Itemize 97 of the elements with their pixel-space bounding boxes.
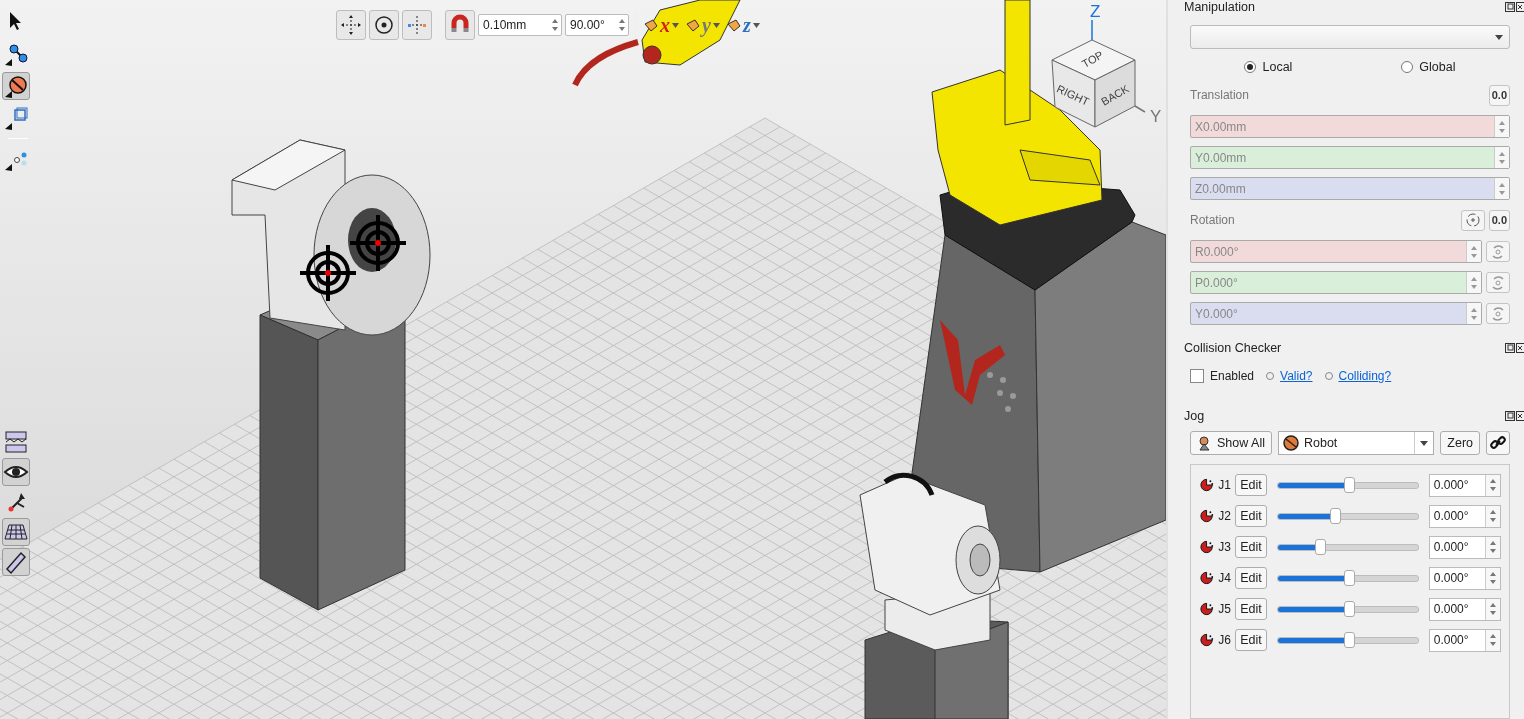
joint-icon xyxy=(1199,539,1215,555)
angle-field[interactable]: 0.000° xyxy=(1428,597,1501,621)
rotate-step-button[interactable] xyxy=(1486,241,1510,262)
edit-button[interactable]: Edit xyxy=(1235,505,1267,527)
dropdown-arrow-icon xyxy=(1420,440,1429,446)
group-label: Rotation xyxy=(1190,213,1235,227)
joint-icon xyxy=(1199,477,1215,493)
hand-icon xyxy=(726,18,741,32)
tool-button[interactable] xyxy=(2,548,30,576)
rotate-arrows-icon xyxy=(1489,242,1507,261)
cable-drawing xyxy=(572,39,639,87)
slider-thumb[interactable] xyxy=(1344,476,1356,493)
chain-link-icon xyxy=(1490,435,1506,451)
joint-label: J2 xyxy=(1218,509,1232,523)
layers-icon xyxy=(3,429,29,455)
status-link[interactable]: Colliding? xyxy=(1338,369,1392,383)
reset-rotation-button[interactable] xyxy=(1460,209,1485,231)
radio-button[interactable] xyxy=(1401,61,1414,73)
checkbox[interactable] xyxy=(1190,369,1204,383)
radio-label: Local xyxy=(1262,60,1293,74)
dropdown-arrow-icon xyxy=(752,22,760,28)
dropdown-arrow-icon xyxy=(672,22,679,28)
slider-thumb[interactable] xyxy=(1314,538,1326,555)
edit-button[interactable]: Edit xyxy=(1235,536,1267,558)
reset-button[interactable]: 0.0 xyxy=(1488,84,1510,106)
angle-field[interactable]: 0.000° xyxy=(1428,566,1501,590)
tool-button[interactable] xyxy=(2,72,30,100)
angle-field[interactable]: 0.000° xyxy=(1428,504,1501,528)
link-button[interactable] xyxy=(1486,431,1510,455)
joint-label: J4 xyxy=(1218,571,1232,585)
rotate-step-button[interactable] xyxy=(1486,272,1510,293)
ruler-icon xyxy=(3,549,29,575)
edit-button[interactable]: Edit xyxy=(1235,629,1267,651)
slider-thumb[interactable] xyxy=(1344,600,1356,617)
radio-label: Global xyxy=(1419,60,1456,74)
angle-field[interactable]: 0.000° xyxy=(1428,473,1501,497)
rotate-icon xyxy=(373,14,395,36)
radio-button[interactable] xyxy=(1244,61,1257,73)
close-icon[interactable] xyxy=(1516,2,1524,12)
joint-label: J6 xyxy=(1218,633,1232,647)
snap-point-icon xyxy=(406,14,428,36)
joint-label: J3 xyxy=(1218,540,1232,554)
axis-label: Z xyxy=(1090,2,1101,21)
node-link-icon xyxy=(3,41,29,67)
move-icon xyxy=(340,14,362,36)
robot-icon xyxy=(1282,435,1299,451)
hand-icon xyxy=(644,18,658,32)
edit-button[interactable]: Edit xyxy=(1235,598,1267,620)
axis-snap-button[interactable]: z xyxy=(724,14,762,36)
edit-button[interactable]: Edit xyxy=(1235,567,1267,589)
tool-button[interactable] xyxy=(2,428,30,456)
robot-dropdown[interactable]: Robot xyxy=(1277,431,1435,455)
close-icon[interactable] xyxy=(1516,343,1524,353)
cube-face-label: TOP xyxy=(1079,48,1106,70)
joint-label: J1 xyxy=(1218,478,1232,492)
frame-icon xyxy=(3,105,29,131)
rotate-arrows-icon xyxy=(1489,273,1507,292)
float-icon[interactable] xyxy=(1505,2,1515,12)
tool-button[interactable] xyxy=(336,10,366,40)
group-label: Translation xyxy=(1190,88,1249,102)
edit-button[interactable]: Edit xyxy=(1235,474,1267,496)
hand-icon xyxy=(686,18,700,32)
reset-button[interactable]: 0.0 xyxy=(1488,209,1510,231)
prohibit-icon xyxy=(3,73,29,99)
checkbox-label: Enabled xyxy=(1210,369,1255,383)
show-all-button[interactable]: Show All xyxy=(1190,431,1272,455)
joint-icon xyxy=(1199,632,1215,648)
angle-field[interactable]: 0.000° xyxy=(1428,535,1501,559)
close-icon[interactable] xyxy=(1516,411,1524,421)
step-field[interactable]: 90.00° xyxy=(565,14,629,36)
dropdown-arrow-icon xyxy=(712,22,720,28)
angle-field[interactable]: 0.000° xyxy=(1428,628,1501,652)
joint-icon xyxy=(1199,570,1215,586)
robot-figure-icon xyxy=(1197,435,1213,451)
tool-button[interactable] xyxy=(2,518,30,546)
step-field[interactable]: 0.10mm xyxy=(478,14,562,36)
status-link[interactable]: Valid? xyxy=(1280,369,1313,383)
slider-thumb[interactable] xyxy=(1330,507,1342,524)
slider-thumb[interactable] xyxy=(1344,569,1356,586)
joint-label: J5 xyxy=(1218,602,1232,616)
joint-icon xyxy=(1199,508,1215,524)
rotate-arrows-icon xyxy=(1489,304,1507,323)
tool-button[interactable] xyxy=(2,458,30,486)
slider-thumb[interactable] xyxy=(1344,631,1356,648)
joint-icon xyxy=(1199,601,1215,617)
float-icon[interactable] xyxy=(1505,411,1515,421)
axis-label: Y xyxy=(1150,107,1162,126)
dial-icon xyxy=(1463,211,1482,229)
float-icon[interactable] xyxy=(1505,343,1515,353)
zero-button[interactable]: Zero xyxy=(1440,431,1480,455)
rotate-step-button[interactable] xyxy=(1486,303,1510,324)
dock-title: Manipulation xyxy=(1184,0,1255,14)
dock-title: Collision Checker xyxy=(1184,341,1282,355)
dropdown-arrow-icon xyxy=(1495,34,1503,40)
axis-snap-button[interactable]: x xyxy=(642,14,681,36)
dock-title: Jog xyxy=(1184,409,1205,423)
tool-button[interactable] xyxy=(369,10,399,40)
